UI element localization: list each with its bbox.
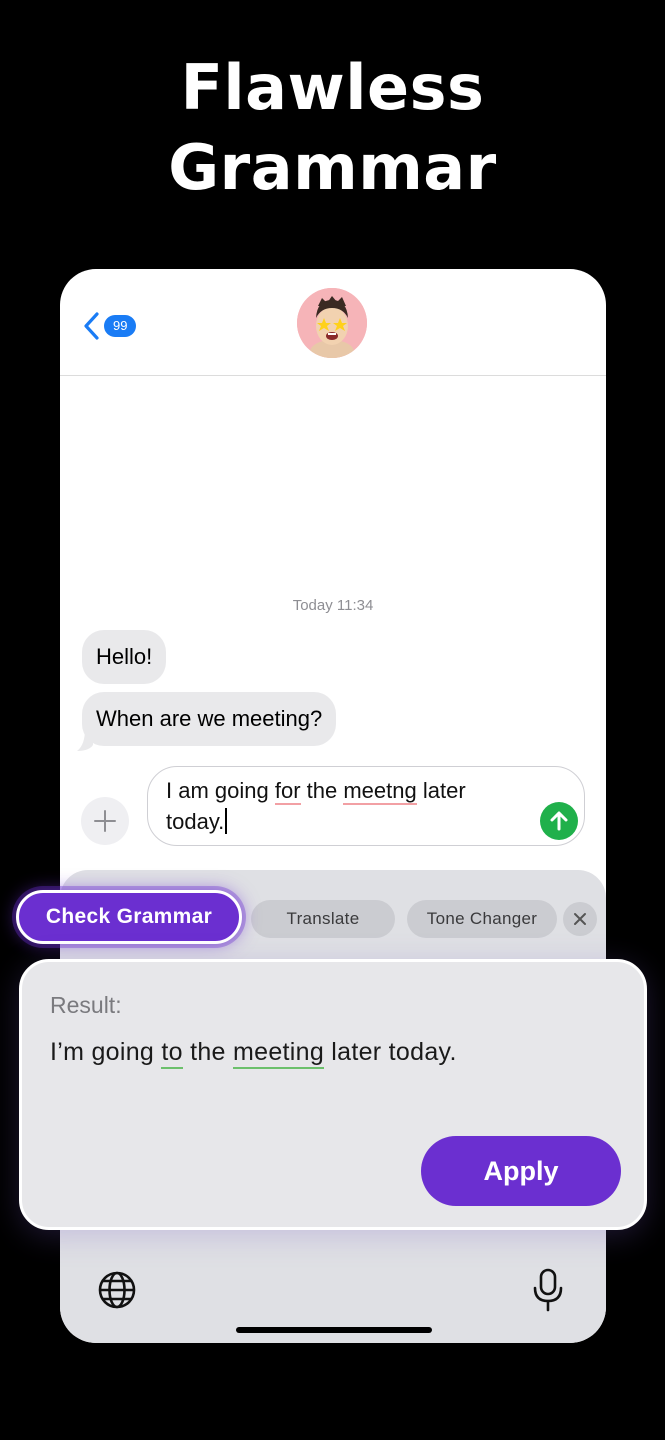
input-text-segment: later [416, 778, 466, 803]
message-input-text: I am going for the meetng later today. [166, 775, 526, 837]
corrected-text: I’m going to the meeting later today. [50, 1038, 457, 1069]
corrected-word: to [161, 1038, 183, 1069]
message-timestamp: Today 11:34 [292, 597, 374, 614]
send-button[interactable] [540, 802, 578, 840]
memoji-avatar-icon [297, 288, 367, 358]
translate-button[interactable]: Translate [251, 900, 395, 938]
received-message: When are we meeting? [82, 692, 337, 746]
input-text-segment: I am going [166, 778, 275, 803]
misspelled-word: meetng [343, 778, 417, 805]
result-text-segment: the [182, 1038, 233, 1066]
input-text-segment: the [300, 778, 344, 803]
close-icon [574, 913, 586, 925]
plus-icon [94, 810, 116, 832]
headline-line1: Flawless [180, 51, 485, 124]
tone-changer-button[interactable]: Tone Changer [407, 900, 557, 938]
message-input[interactable]: I am going for the meetng later today. [147, 766, 585, 846]
headline-line2: Grammar [168, 131, 497, 204]
bubble-tail [77, 729, 93, 751]
result-text-segment: later today. [324, 1038, 457, 1066]
add-attachment-button[interactable] [81, 797, 129, 845]
microphone-icon[interactable] [530, 1268, 566, 1312]
chevron-left-icon [84, 312, 99, 340]
close-toolbar-button[interactable] [563, 902, 597, 936]
received-message: Hello! [82, 630, 167, 684]
input-text-segment: today. [166, 809, 225, 834]
result-label: Result: [50, 992, 122, 1018]
grammar-result-card: Result: I’m going to the meeting later t… [19, 959, 647, 1230]
text-caret [225, 808, 228, 834]
home-indicator [236, 1327, 432, 1333]
headline: Flawless Grammar [0, 48, 665, 208]
back-button[interactable]: 99 [82, 311, 137, 341]
contact-avatar[interactable] [297, 288, 367, 358]
globe-icon[interactable] [97, 1270, 137, 1310]
corrected-word: meeting [233, 1038, 325, 1069]
check-grammar-button[interactable]: Check Grammar [16, 890, 242, 944]
result-text-segment: I’m going [50, 1038, 162, 1066]
unread-count-badge: 99 [104, 315, 137, 337]
apply-button[interactable]: Apply [421, 1136, 621, 1206]
chat-header: 99 [60, 269, 606, 376]
arrow-up-icon [550, 811, 568, 831]
misspelled-word: for [274, 778, 301, 805]
